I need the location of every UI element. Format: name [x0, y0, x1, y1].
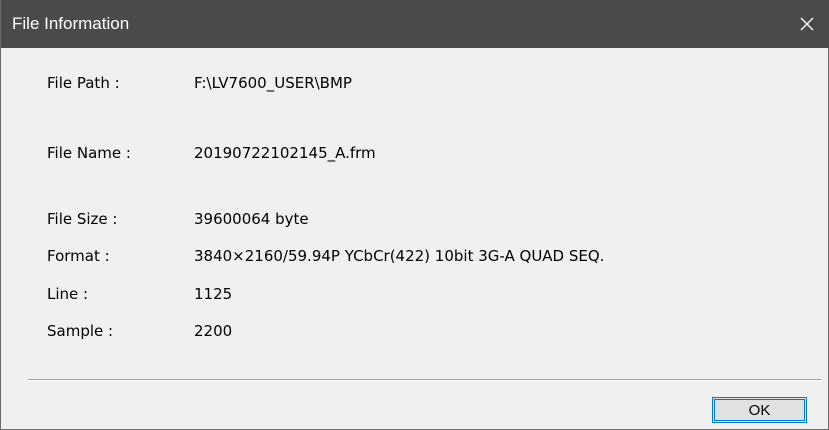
file-name-label: File Name : [47, 144, 131, 162]
file-name-value: 20190722102145_A.frm [194, 144, 376, 162]
file-path-value: F:\LV7600_USER\BMP [194, 74, 352, 92]
format-value: 3840×2160/59.94P YCbCr(422) 10bit 3G-A Q… [194, 247, 605, 265]
window-title: File Information [12, 14, 130, 33]
close-icon [799, 16, 815, 32]
ok-button[interactable]: OK [712, 397, 807, 423]
line-value: 1125 [194, 285, 233, 303]
line-label: Line : [47, 285, 89, 303]
file-path-label: File Path : [47, 74, 120, 92]
file-size-value: 39600064 byte [194, 210, 309, 228]
close-button[interactable] [784, 0, 829, 48]
title-bar[interactable]: File Information [1, 0, 829, 48]
sample-value: 2200 [194, 322, 233, 340]
file-information-dialog: File Information File Path : F:\LV7600_U… [0, 0, 829, 430]
file-size-label: File Size : [47, 210, 118, 228]
format-label: Format : [47, 247, 110, 265]
sample-label: Sample : [47, 322, 114, 340]
separator [28, 379, 821, 381]
